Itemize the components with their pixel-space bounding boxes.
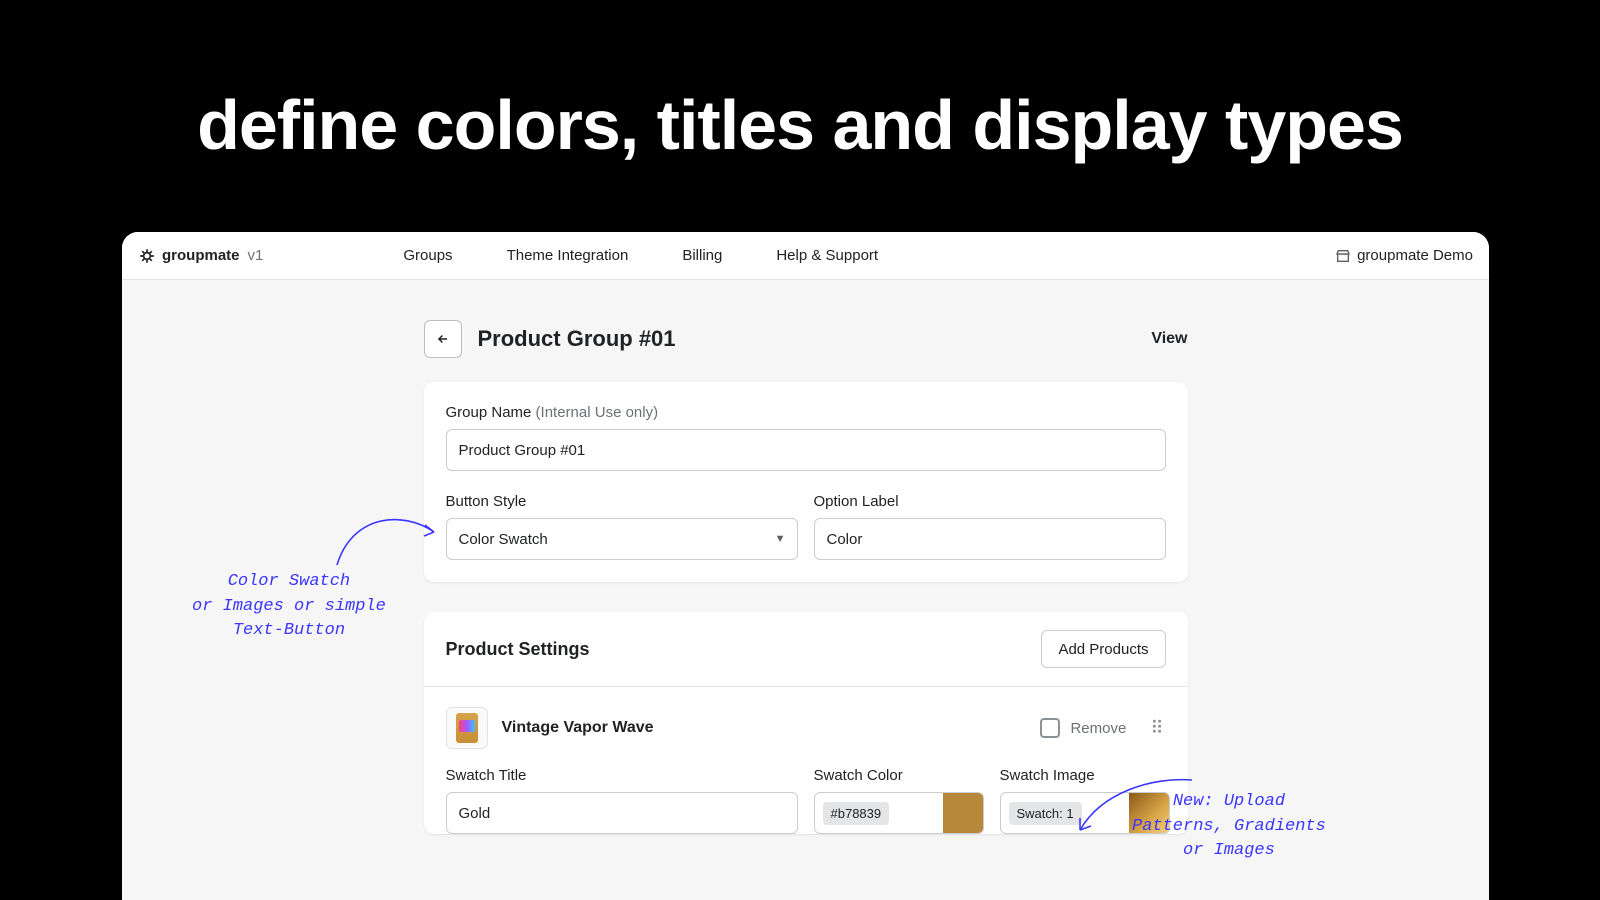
watch-icon [456, 713, 478, 743]
nav-billing[interactable]: Billing [682, 247, 722, 264]
button-style-select[interactable] [446, 518, 798, 560]
brand-icon [138, 247, 156, 265]
swatch-color-label: Swatch Color [814, 767, 984, 784]
page-title: Product Group #01 [478, 326, 676, 352]
group-name-hint: (Internal Use only) [536, 404, 659, 421]
group-name-input[interactable] [446, 429, 1166, 471]
nav-help-support[interactable]: Help & Support [776, 247, 878, 264]
product-row: Vintage Vapor Wave Remove ⠿ [424, 687, 1188, 749]
annotation-right-line1: New: Upload [1132, 790, 1326, 815]
annotation-left: Color Swatch or Images or simple Text-Bu… [192, 570, 386, 644]
option-label-label: Option Label [814, 493, 1166, 510]
annotation-right-line2: Patterns, Gradients [1132, 815, 1326, 840]
brand-version: v1 [248, 247, 264, 264]
button-style-label: Button Style [446, 493, 798, 510]
back-button[interactable] [424, 320, 462, 358]
annotation-right-line3: or Images [1132, 839, 1326, 864]
product-thumbnail [446, 707, 488, 749]
swatch-image-chip: Swatch: 1 [1009, 802, 1082, 825]
arrow-left-icon [436, 332, 450, 346]
drag-handle-icon[interactable]: ⠿ [1150, 725, 1165, 731]
nav-groups[interactable]: Groups [403, 247, 452, 264]
app-window: groupmate v1 Groups Theme Integration Bi… [122, 232, 1489, 900]
brand-name: groupmate [162, 247, 240, 264]
swatch-color-chip: #b78839 [823, 802, 890, 825]
annotation-arrow-left [322, 500, 442, 570]
option-label-input[interactable] [814, 518, 1166, 560]
group-name-label: Group Name (Internal Use only) [446, 404, 1166, 421]
hero-title: define colors, titles and display types [0, 0, 1600, 165]
swatch-title-label: Swatch Title [446, 767, 798, 784]
main-nav: Groups Theme Integration Billing Help & … [403, 247, 878, 264]
store-label: groupmate Demo [1357, 247, 1473, 264]
remove-label: Remove [1070, 720, 1126, 737]
swatch-color-preview[interactable] [943, 793, 983, 833]
topbar: groupmate v1 Groups Theme Integration Bi… [122, 232, 1489, 280]
add-products-button[interactable]: Add Products [1041, 630, 1165, 668]
page-header: Product Group #01 View [424, 320, 1188, 358]
view-link[interactable]: View [1151, 330, 1187, 348]
nav-theme-integration[interactable]: Theme Integration [507, 247, 629, 264]
annotation-left-line2: or Images or simple [192, 595, 386, 620]
swatch-title-input[interactable] [446, 792, 798, 834]
brand: groupmate v1 [138, 247, 263, 265]
group-card: Group Name (Internal Use only) Button St… [424, 382, 1188, 582]
annotation-left-line1: Color Swatch [192, 570, 386, 595]
group-name-label-text: Group Name [446, 404, 532, 421]
store-link[interactable]: groupmate Demo [1335, 247, 1473, 264]
remove-checkbox[interactable] [1040, 718, 1060, 738]
annotation-left-line3: Text-Button [192, 619, 386, 644]
product-name: Vintage Vapor Wave [502, 719, 654, 737]
product-settings-title: Product Settings [446, 639, 590, 660]
annotation-right: New: Upload Patterns, Gradients or Image… [1132, 790, 1326, 864]
store-icon [1335, 248, 1351, 264]
